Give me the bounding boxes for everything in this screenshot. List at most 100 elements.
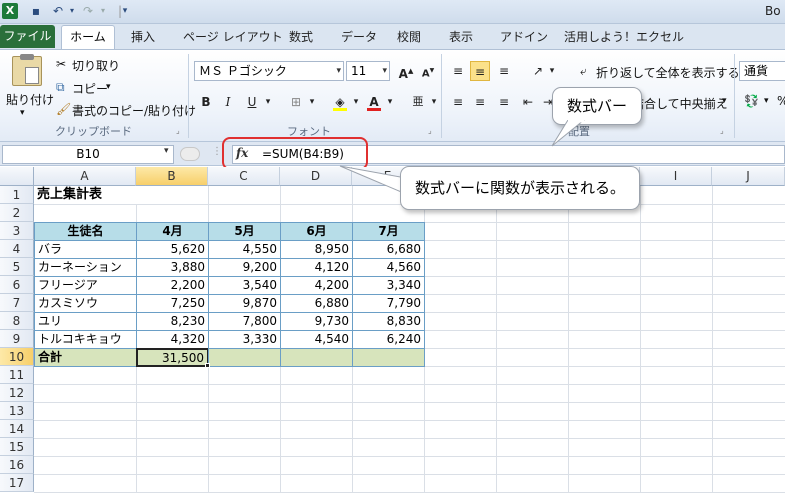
cell[interactable]	[496, 294, 569, 313]
row-header-10[interactable]: 10	[0, 348, 34, 366]
cell[interactable]	[424, 312, 497, 331]
cell[interactable]	[496, 330, 569, 349]
cell[interactable]	[280, 420, 353, 439]
cell[interactable]	[34, 204, 137, 223]
cell[interactable]	[568, 294, 641, 313]
cell[interactable]	[496, 348, 569, 367]
font-launcher-icon[interactable]: ⌟	[428, 126, 432, 135]
cell[interactable]	[712, 384, 785, 403]
cell[interactable]	[352, 384, 425, 403]
cell[interactable]	[640, 186, 713, 205]
cell[interactable]	[640, 474, 713, 493]
table-cell[interactable]: 8,950	[280, 240, 353, 259]
cell[interactable]	[568, 420, 641, 439]
row-header-9[interactable]: 9	[0, 330, 34, 348]
cell[interactable]	[712, 204, 785, 223]
cell[interactable]	[640, 438, 713, 457]
wrap-text-button[interactable]: 折り返して全体を表示する	[596, 64, 740, 81]
cell[interactable]	[568, 366, 641, 385]
total-cell[interactable]	[280, 348, 353, 367]
row-header-6[interactable]: 6	[0, 276, 34, 294]
cell[interactable]	[208, 456, 281, 475]
cell[interactable]	[640, 348, 713, 367]
cell[interactable]	[208, 384, 281, 403]
cell[interactable]	[712, 438, 785, 457]
cell[interactable]	[208, 366, 281, 385]
cell[interactable]	[34, 366, 137, 385]
tab-view[interactable]: 表示	[449, 25, 473, 50]
cell[interactable]	[136, 402, 209, 421]
cell[interactable]	[496, 456, 569, 475]
shrink-font-icon[interactable]: A▼	[418, 61, 438, 81]
cell[interactable]	[568, 258, 641, 277]
cell[interactable]	[712, 474, 785, 493]
cell[interactable]	[568, 330, 641, 349]
cell[interactable]	[568, 384, 641, 403]
table-cell[interactable]: 7,790	[352, 294, 425, 313]
cell[interactable]	[424, 456, 497, 475]
cell[interactable]	[496, 420, 569, 439]
cell[interactable]	[640, 240, 713, 259]
cell[interactable]	[640, 276, 713, 295]
cell[interactable]	[136, 438, 209, 457]
sheet-title[interactable]: 売上集計表	[34, 186, 137, 205]
row-header-16[interactable]: 16	[0, 456, 34, 474]
tab-home[interactable]: ホーム	[61, 25, 115, 50]
column-header-j[interactable]: J	[712, 167, 785, 186]
name-box[interactable]: B10	[2, 145, 174, 164]
cell[interactable]	[424, 366, 497, 385]
cut-button[interactable]: 切り取り	[72, 57, 120, 74]
row-header-7[interactable]: 7	[0, 294, 34, 312]
cell[interactable]	[496, 240, 569, 259]
cell[interactable]	[34, 456, 137, 475]
redo-dropdown-icon[interactable]: ▾	[95, 3, 111, 19]
cell[interactable]	[280, 456, 353, 475]
cell[interactable]	[640, 456, 713, 475]
table-header-cell[interactable]: 6月	[280, 222, 353, 241]
cell[interactable]	[34, 420, 137, 439]
cell[interactable]	[496, 312, 569, 331]
tab-file[interactable]: ファイル	[0, 25, 55, 48]
row-header-14[interactable]: 14	[0, 420, 34, 438]
table-cell[interactable]: 3,340	[352, 276, 425, 295]
row-header-1[interactable]: 1	[0, 186, 34, 204]
table-cell[interactable]: 4,540	[280, 330, 353, 349]
cell[interactable]	[496, 222, 569, 241]
cell[interactable]	[136, 456, 209, 475]
cell[interactable]	[640, 420, 713, 439]
cell[interactable]	[352, 438, 425, 457]
cell[interactable]	[136, 384, 209, 403]
align-left-icon[interactable]: ≡	[448, 92, 468, 112]
select-all-corner[interactable]	[0, 167, 34, 186]
cell[interactable]	[568, 348, 641, 367]
excel-icon[interactable]: X	[2, 3, 18, 19]
cell[interactable]	[424, 240, 497, 259]
cell[interactable]	[640, 258, 713, 277]
cell[interactable]	[280, 474, 353, 493]
cell[interactable]	[136, 420, 209, 439]
column-header-c[interactable]: C	[208, 167, 280, 186]
save-icon[interactable]: ▪	[28, 3, 44, 19]
cell[interactable]	[280, 384, 353, 403]
row-header-4[interactable]: 4	[0, 240, 34, 258]
table-cell[interactable]: 7,800	[208, 312, 281, 331]
cell[interactable]	[712, 348, 785, 367]
total-cell[interactable]	[208, 348, 281, 367]
table-cell[interactable]: 9,730	[280, 312, 353, 331]
fill-color-dropdown-icon[interactable]: ▾	[346, 92, 366, 112]
cell[interactable]	[208, 186, 281, 205]
merge-dropdown-icon[interactable]: ▾	[722, 96, 727, 106]
cell[interactable]	[34, 384, 137, 403]
align-top-icon[interactable]: ≡	[448, 61, 468, 81]
cell[interactable]	[712, 312, 785, 331]
cell[interactable]	[424, 402, 497, 421]
cell[interactable]	[424, 330, 497, 349]
redo-icon[interactable]: ↷	[80, 3, 96, 19]
currency-dropdown-icon[interactable]: ▾	[764, 96, 769, 106]
cell[interactable]	[424, 222, 497, 241]
align-middle-icon[interactable]: ≡	[470, 61, 490, 81]
align-center-icon[interactable]: ≡	[470, 92, 490, 112]
table-cell[interactable]: 4,200	[280, 276, 353, 295]
table-header-cell[interactable]: 4月	[136, 222, 209, 241]
table-cell[interactable]: 7,250	[136, 294, 209, 313]
